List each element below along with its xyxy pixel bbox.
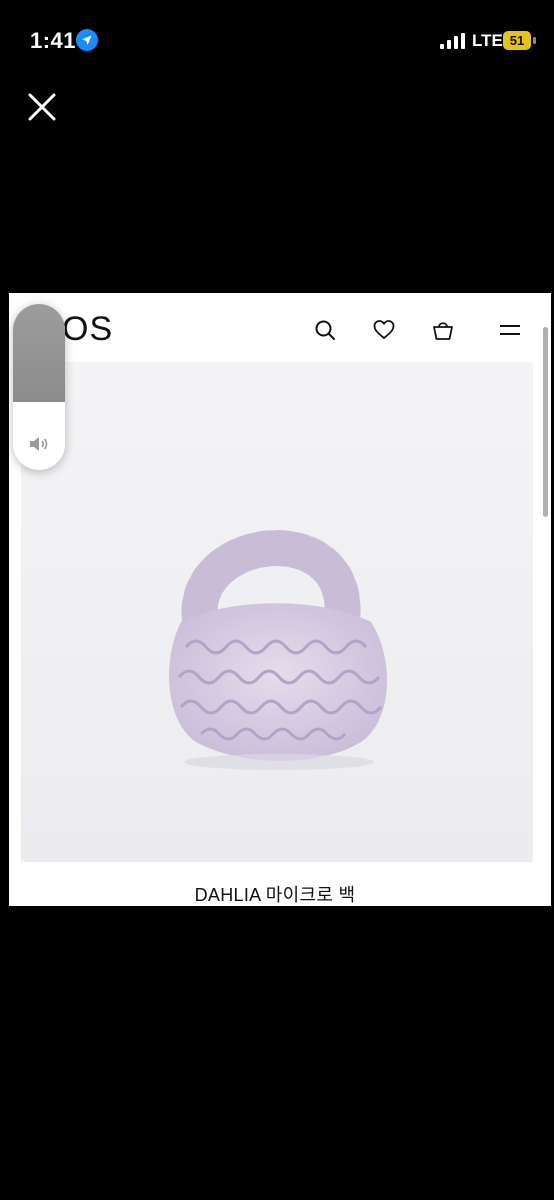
signal-bars-icon xyxy=(440,33,465,49)
search-icon[interactable] xyxy=(314,319,336,341)
heart-icon[interactable] xyxy=(373,319,395,341)
network-type: LTE xyxy=(472,31,503,50)
status-bar: 1:41 LTE 51 xyxy=(0,0,554,80)
product-image[interactable] xyxy=(21,362,533,862)
menu-icon[interactable] xyxy=(499,319,521,341)
clock-time: 1:41 xyxy=(30,28,77,53)
site-logo[interactable]: OS xyxy=(62,310,113,349)
battery-level: 51 xyxy=(503,31,531,50)
battery-nub xyxy=(533,37,536,44)
volume-level-fill xyxy=(13,304,65,402)
close-icon[interactable] xyxy=(25,90,59,124)
product-name[interactable]: DAHLIA 마이크로 백 xyxy=(9,881,541,906)
speaker-icon xyxy=(30,437,48,451)
scrollbar-thumb[interactable] xyxy=(543,327,548,517)
ruffled-bag-illustration xyxy=(169,530,388,770)
website-screenshot: OS DAHLIA 마이크로 백 xyxy=(9,293,551,906)
volume-indicator[interactable] xyxy=(13,304,65,470)
location-arrow-icon xyxy=(76,29,98,51)
battery-icon: 51 xyxy=(503,31,537,51)
shopping-bag-icon[interactable] xyxy=(432,319,454,341)
